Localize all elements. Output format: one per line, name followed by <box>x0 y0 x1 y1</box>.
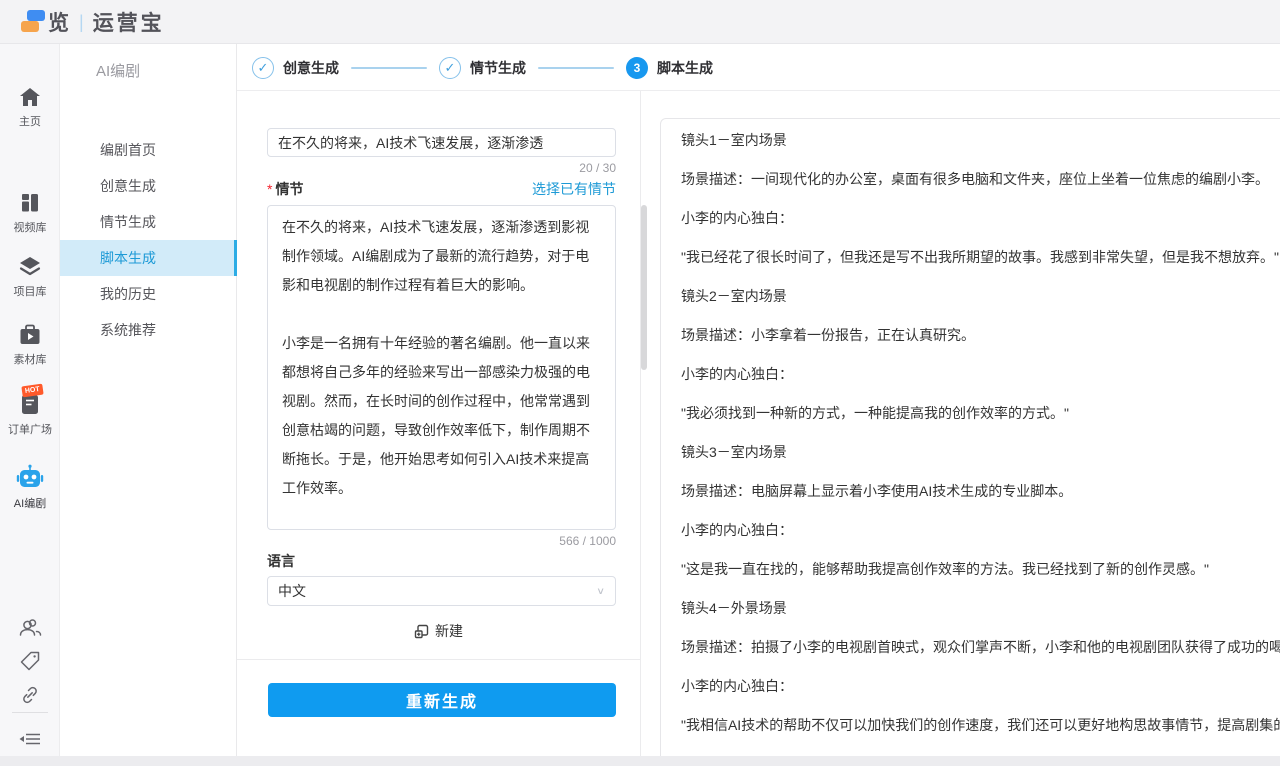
script-line: 镜头3－室内场景 <box>681 433 1280 472</box>
language-label: 语言 <box>267 551 295 571</box>
app-window: 览 | 运营宝 主页 视频库 项目库 <box>0 0 1280 766</box>
submenu-item-editor-home[interactable]: 编剧首页 <box>60 132 237 168</box>
app-name: 运营宝 <box>93 7 165 37</box>
rail-item-label: 订单广场 <box>8 421 52 437</box>
script-line: 场景描述：小李拿着一份报告，正在认真研究。 <box>681 316 1280 355</box>
user-group-icon <box>18 616 42 638</box>
logo-icon <box>20 8 46 36</box>
asset-library-icon <box>18 324 42 346</box>
collapse-sidebar-icon <box>17 728 43 750</box>
script-line: 场景描述：电脑屏幕上显示着小李使用AI技术生成的专业脚本。 <box>681 472 1280 511</box>
language-select[interactable]: 中文 ∨ <box>267 576 616 606</box>
rail-item-label: 项目库 <box>14 283 47 299</box>
top-bar: 览 | 运营宝 <box>0 0 1280 44</box>
script-line: 小李的内心独白： <box>681 511 1280 550</box>
step-3-label: 脚本生成 <box>657 58 713 78</box>
new-button[interactable]: 新建 <box>237 621 640 641</box>
generation-form: 20 / 30 *情节 选择已有情节 在不久的将来，AI技术飞速发展，逐渐渗透到… <box>237 91 640 766</box>
script-line: 镜头1－室内场景 <box>681 121 1280 160</box>
rail-item-home[interactable]: 主页 <box>0 86 60 129</box>
submenu-item-system-recommend[interactable]: 系统推荐 <box>60 312 237 348</box>
rail-item-asset-library[interactable]: 素材库 <box>0 324 60 367</box>
script-line: 场景描述：拍摄了小李的电视剧首映式，观众们掌声不断，小李和他的电视剧团队获得了成… <box>681 628 1280 667</box>
script-line: "我已经花了很长时间了，但我还是写不出我所期望的故事。我感到非常失望，但是我不想… <box>681 238 1280 277</box>
choose-existing-plot-link[interactable]: 选择已有情节 <box>532 179 616 199</box>
new-button-label: 新建 <box>435 621 463 641</box>
rail-footer-collapse[interactable] <box>0 728 60 750</box>
vertical-scrollbar-thumb[interactable] <box>641 205 647 370</box>
logo-divider: | <box>79 12 84 33</box>
rail-item-label: 素材库 <box>14 351 47 367</box>
form-divider <box>237 659 640 660</box>
horizontal-scrollbar[interactable] <box>0 756 1280 766</box>
step-connector <box>351 67 427 69</box>
script-output-panel: 镜头1－室内场景 场景描述：一间现代化的办公室，桌面有很多电脑和文件夹，座位上坐… <box>660 118 1280 766</box>
script-line: 镜头2－室内场景 <box>681 277 1280 316</box>
rail-item-video-library[interactable]: 视频库 <box>0 192 60 235</box>
stepper-bar: ✓ 创意生成 ✓ 情节生成 3 脚本生成 <box>237 44 1280 91</box>
chevron-down-icon: ∨ <box>596 585 605 596</box>
rail-item-label: AI编剧 <box>14 495 46 511</box>
step-2-check-icon: ✓ <box>439 57 461 79</box>
submenu-item-idea-generation[interactable]: 创意生成 <box>60 168 237 204</box>
rail-footer-links[interactable] <box>0 684 60 706</box>
step-connector <box>538 67 614 69</box>
submenu-title: AI编剧 <box>96 60 140 81</box>
submenu-item-plot-generation[interactable]: 情节生成 <box>60 204 237 240</box>
plot-char-counter: 566 / 1000 <box>267 534 616 548</box>
rail-item-project-library[interactable]: 项目库 <box>0 256 60 299</box>
language-selected-value: 中文 <box>278 581 306 601</box>
script-line: 小李的内心独白： <box>681 355 1280 394</box>
icon-rail: 主页 视频库 项目库 素材库 <box>0 44 60 766</box>
step-2-label: 情节生成 <box>470 58 526 78</box>
script-line: 小李的内心独白： <box>681 667 1280 706</box>
script-line: "这是我一直在找的，能够帮助我提高创作效率的方法。我已经找到了新的创作灵感。" <box>681 550 1280 589</box>
rail-footer-tags[interactable] <box>0 650 60 672</box>
rail-item-ai-screenwriter[interactable]: AI编剧 <box>0 464 60 511</box>
submenu-panel: AI编剧 编剧首页 创意生成 情节生成 脚本生成 我的历史 系统推荐 <box>60 44 237 766</box>
rail-footer-contacts[interactable] <box>0 616 60 638</box>
script-line: "我相信AI技术的帮助不仅可以加快我们的创作速度，我们还可以更好地构思故事情节，… <box>681 706 1280 745</box>
regenerate-button[interactable]: 重新生成 <box>268 683 616 717</box>
link-icon <box>18 684 42 706</box>
script-line: 小李的内心独白： <box>681 199 1280 238</box>
project-library-icon <box>18 256 42 278</box>
rail-item-label: 主页 <box>19 113 41 129</box>
rail-item-order-plaza[interactable]: HOT 订单广场 <box>0 392 60 437</box>
step-1-label: 创意生成 <box>283 58 339 78</box>
submenu-item-script-generation[interactable]: 脚本生成 <box>60 240 237 276</box>
rail-divider <box>12 712 48 713</box>
tag-icon <box>18 650 42 672</box>
ai-robot-icon <box>16 464 44 490</box>
script-line: 场景描述：一间现代化的办公室，桌面有很多电脑和文件夹，座位上坐着一位焦虑的编剧小… <box>681 160 1280 199</box>
title-input[interactable] <box>267 128 616 157</box>
plot-label: *情节 <box>267 179 303 199</box>
column-divider <box>640 91 641 766</box>
app-logo[interactable]: 览 | 运营宝 <box>20 8 165 36</box>
home-icon <box>18 86 42 108</box>
required-mark: * <box>267 181 272 197</box>
script-line: 镜头4－外景场景 <box>681 589 1280 628</box>
video-library-icon <box>18 192 42 214</box>
plot-textarea[interactable]: 在不久的将来，AI技术飞速发展，逐渐渗透到影视制作领域。AI编剧成为了最新的流行… <box>267 205 616 530</box>
new-document-icon <box>414 624 429 639</box>
title-char-counter: 20 / 30 <box>267 161 616 175</box>
logo-glyph: 览 <box>48 7 69 37</box>
submenu-item-my-history[interactable]: 我的历史 <box>60 276 237 312</box>
rail-item-label: 视频库 <box>14 219 47 235</box>
script-line: "我必须找到一种新的方式，一种能提高我的创作效率的方式。" <box>681 394 1280 433</box>
step-1-check-icon: ✓ <box>252 57 274 79</box>
step-3-number: 3 <box>626 57 648 79</box>
